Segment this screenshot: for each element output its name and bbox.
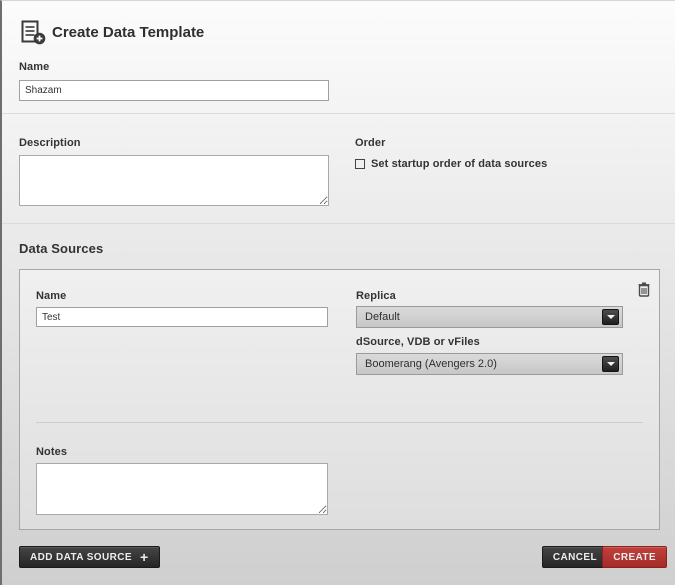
dsource-dropdown-button[interactable] (602, 356, 619, 372)
add-data-source-button[interactable]: ADD DATA SOURCE + (19, 546, 160, 568)
add-data-source-label: ADD DATA SOURCE (30, 552, 132, 563)
create-button[interactable]: CREATE (602, 546, 667, 568)
description-label: Description (19, 137, 81, 149)
chevron-down-icon (607, 315, 615, 319)
replica-label: Replica (356, 290, 396, 302)
cancel-label: CANCEL (553, 552, 597, 563)
chevron-down-icon (607, 362, 615, 366)
replica-select[interactable]: Default (356, 306, 623, 328)
plus-icon: + (140, 550, 149, 564)
source-name-input[interactable] (36, 307, 328, 327)
name-label: Name (19, 61, 49, 73)
notes-label: Notes (36, 446, 67, 458)
source-name-label: Name (36, 290, 66, 302)
startup-order-checkbox-label: Set startup order of data sources (371, 158, 547, 170)
startup-order-checkbox-row[interactable]: Set startup order of data sources (355, 158, 547, 170)
startup-order-checkbox[interactable] (355, 159, 365, 169)
create-label: CREATE (613, 552, 656, 563)
name-input[interactable] (19, 80, 329, 101)
page-title: Create Data Template (52, 24, 204, 41)
replica-selected-value: Default (365, 311, 400, 323)
dsource-label: dSource, VDB or vFiles (356, 336, 480, 348)
description-textarea[interactable] (19, 155, 329, 206)
divider (36, 422, 643, 423)
order-label: Order (355, 137, 385, 149)
document-add-icon (20, 20, 47, 50)
create-data-template-dialog: Create Data Template Name Description Or… (0, 0, 675, 585)
replica-dropdown-button[interactable] (602, 309, 619, 325)
dsource-select[interactable]: Boomerang (Avengers 2.0) (356, 353, 623, 375)
trash-icon[interactable] (638, 282, 650, 302)
cancel-button[interactable]: CANCEL (542, 546, 608, 568)
dsource-selected-value: Boomerang (Avengers 2.0) (365, 358, 497, 370)
data-source-card: Name Replica Default dSource, VDB or vFi… (19, 269, 660, 530)
divider (2, 113, 675, 114)
data-sources-heading: Data Sources (19, 241, 103, 256)
divider (2, 223, 675, 224)
notes-textarea[interactable] (36, 463, 328, 515)
